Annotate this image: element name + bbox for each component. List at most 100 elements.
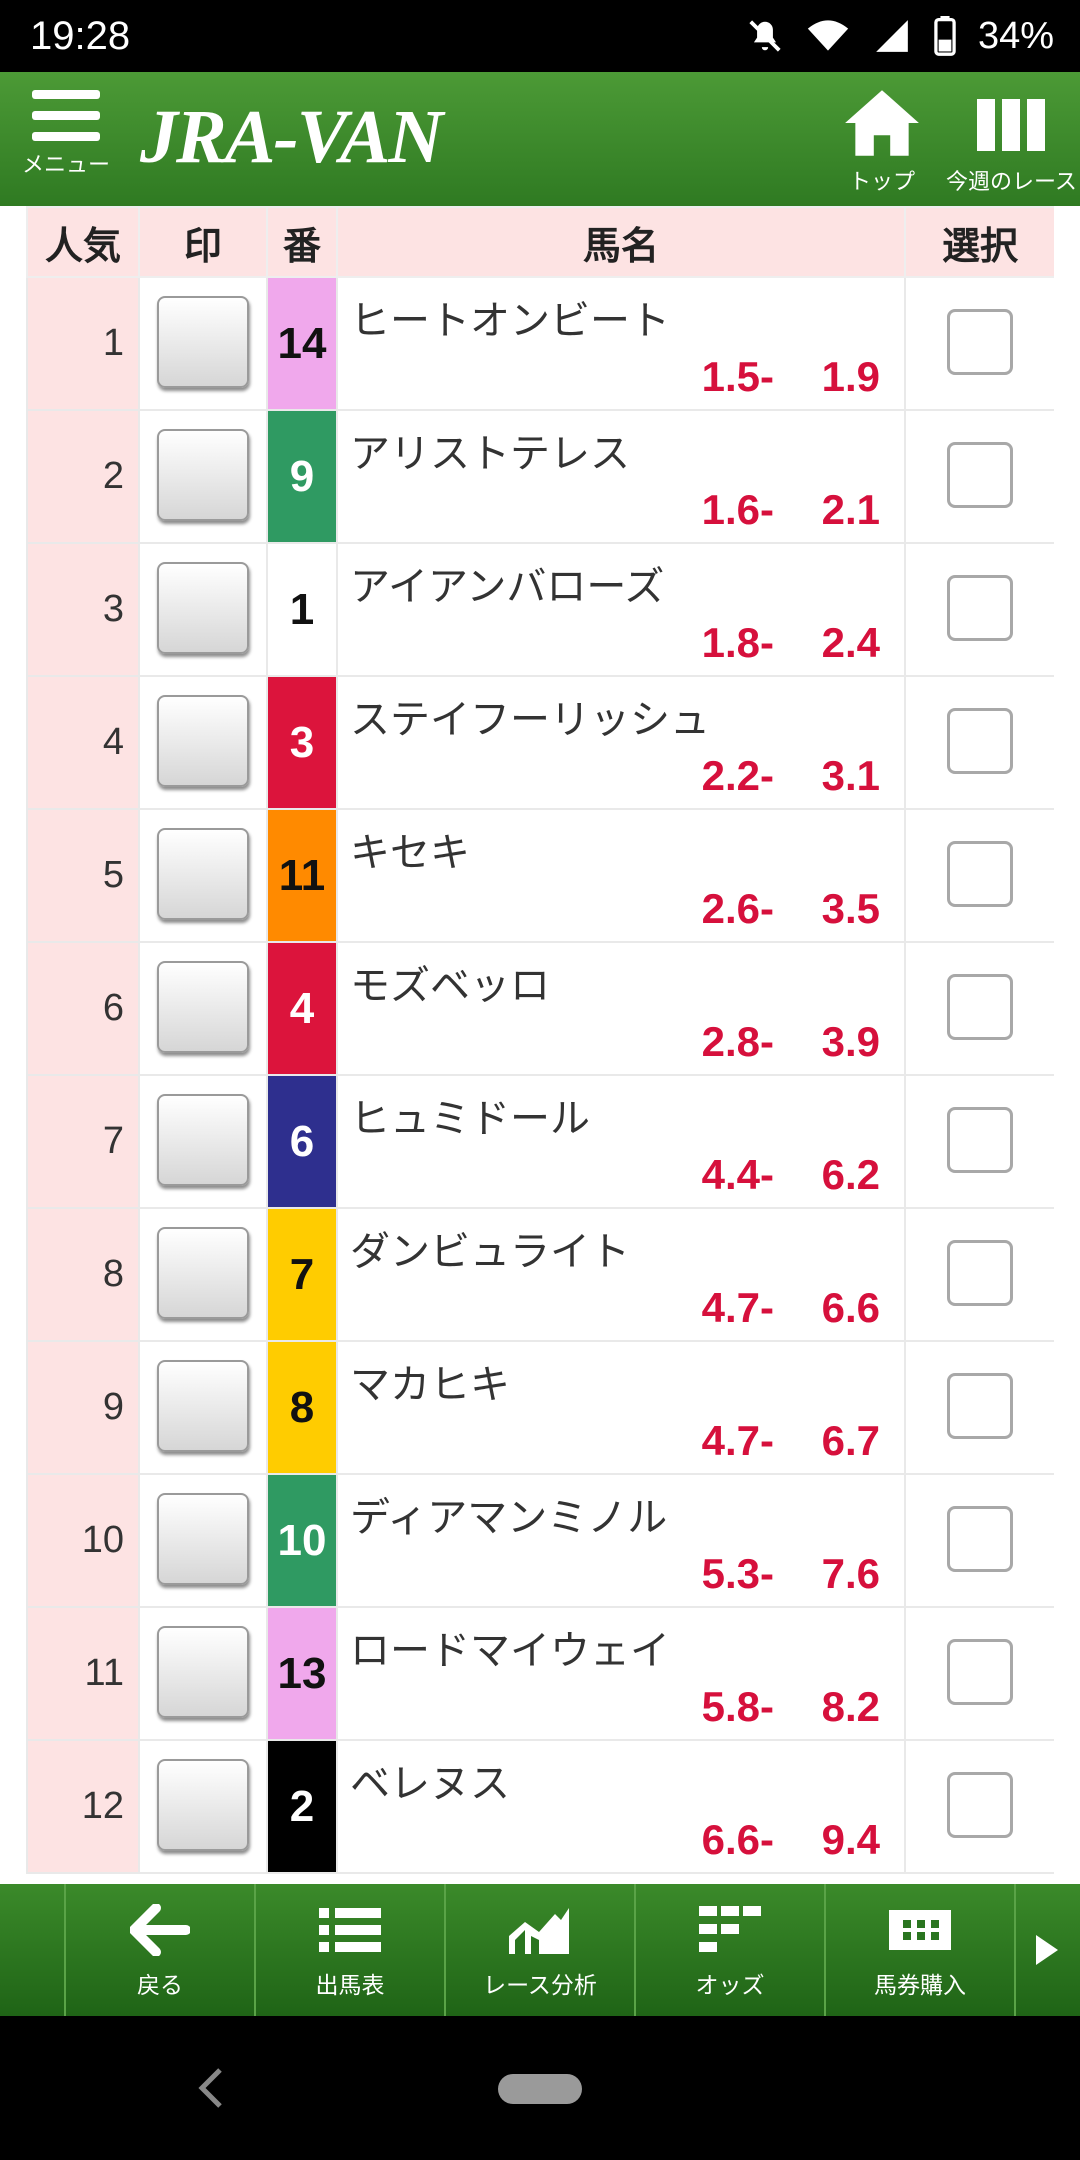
- horse-number: 8: [266, 1340, 338, 1475]
- horse-name-cell[interactable]: アリストテレス 1.6- 2.1: [336, 409, 906, 544]
- horse-number: 11: [266, 808, 338, 943]
- entries-label: 出馬表: [315, 1973, 385, 1999]
- select-checkbox[interactable]: [947, 441, 1013, 508]
- mark-button[interactable]: [157, 428, 249, 521]
- toolbar-next-button[interactable]: [1014, 1884, 1078, 2016]
- horse-number: 10: [266, 1473, 338, 1608]
- table-row: 2 9 アリストテレス 1.6- 2.1: [26, 409, 1054, 544]
- odds-separator: -: [760, 353, 774, 400]
- horse-name-cell[interactable]: ヒュミドール 4.4- 6.2: [336, 1074, 906, 1209]
- horse-name-cell[interactable]: キセキ 2.6- 3.5: [336, 808, 906, 943]
- horse-name: ロードマイウェイ: [350, 1628, 670, 1674]
- popularity-rank: 4: [26, 675, 140, 810]
- odds-low: 4.7: [701, 1284, 760, 1331]
- select-checkbox[interactable]: [947, 1771, 1013, 1838]
- mark-button[interactable]: [157, 561, 249, 654]
- horse-name-cell[interactable]: ロードマイウェイ 5.8- 8.2: [336, 1606, 906, 1741]
- col-mark: 印: [138, 206, 268, 278]
- odds-table-container[interactable]: 人気 印 番 馬名 選択 1 14 ヒートオンビート 1.5- 1.9 2 9 アリストテレス…: [26, 206, 1054, 1884]
- odds-range: 6.6- 9.4: [670, 1816, 880, 1864]
- top-button[interactable]: トップ: [832, 86, 932, 196]
- select-checkbox[interactable]: [947, 574, 1013, 641]
- mark-cell: [138, 1606, 268, 1741]
- horse-name-cell[interactable]: ステイフーリッシュ 2.2- 3.1: [336, 675, 906, 810]
- battery-icon: [934, 16, 956, 56]
- system-home-pill[interactable]: [498, 2074, 582, 2104]
- odds-button[interactable]: オッズ: [634, 1884, 824, 2016]
- this-week-races-button[interactable]: 今週のレース: [946, 86, 1077, 196]
- odds-separator: -: [760, 486, 774, 533]
- mark-button[interactable]: [157, 694, 249, 787]
- system-back-icon[interactable]: [196, 2066, 226, 2114]
- odds-range: 4.7- 6.7: [670, 1417, 880, 1465]
- horse-name-cell[interactable]: ベレヌス 6.6- 9.4: [336, 1739, 906, 1874]
- odds-high: 2.1: [821, 486, 880, 533]
- horse-name-cell[interactable]: ヒートオンビート 1.5- 1.9: [336, 276, 906, 411]
- mark-button[interactable]: [157, 1359, 249, 1452]
- table-row: 12 2 ベレヌス 6.6- 9.4: [26, 1739, 1054, 1874]
- system-navigation-bar: [0, 2016, 1080, 2160]
- popularity-rank: 8: [26, 1207, 140, 1342]
- columns-icon: [977, 99, 1045, 151]
- mark-button[interactable]: [157, 960, 249, 1053]
- back-button[interactable]: 戻る: [64, 1884, 254, 2016]
- horse-name-cell[interactable]: ダンビュライト 4.7- 6.6: [336, 1207, 906, 1342]
- horse-name-cell[interactable]: モズベッロ 2.8- 3.9: [336, 941, 906, 1076]
- table-row: 8 7 ダンビュライト 4.7- 6.6: [26, 1207, 1054, 1342]
- select-checkbox[interactable]: [947, 1372, 1013, 1439]
- odds-low: 2.2: [701, 752, 760, 799]
- mark-cell: [138, 276, 268, 411]
- popularity-rank: 9: [26, 1340, 140, 1475]
- select-cell: [904, 1207, 1054, 1342]
- horse-name: アイアンバローズ: [350, 564, 665, 610]
- horse-number: 13: [266, 1606, 338, 1741]
- popularity-rank: 3: [26, 542, 140, 677]
- horse-name-cell[interactable]: マカヒキ 4.7- 6.7: [336, 1340, 906, 1475]
- horse-name: マカヒキ: [350, 1362, 510, 1408]
- mark-button[interactable]: [157, 1492, 249, 1585]
- hamburger-icon: [20, 90, 112, 141]
- select-checkbox[interactable]: [947, 1239, 1013, 1306]
- select-checkbox[interactable]: [947, 973, 1013, 1040]
- purchase-button[interactable]: 馬券購入: [824, 1884, 1014, 2016]
- table-row: 7 6 ヒュミドール 4.4- 6.2: [26, 1074, 1054, 1209]
- select-checkbox[interactable]: [947, 308, 1013, 375]
- menu-button[interactable]: メニュー: [20, 90, 112, 200]
- select-cell: [904, 1606, 1054, 1741]
- race-analysis-label: レース分析: [483, 1973, 597, 1999]
- odds-range: 2.8- 3.9: [670, 1018, 880, 1066]
- odds-range: 1.8- 2.4: [670, 619, 880, 667]
- odds-low: 5.3: [701, 1550, 760, 1597]
- horse-name-cell[interactable]: アイアンバローズ 1.8- 2.4: [336, 542, 906, 677]
- mark-button[interactable]: [157, 1226, 249, 1319]
- select-checkbox[interactable]: [947, 707, 1013, 774]
- odds-high: 3.9: [821, 1018, 880, 1065]
- mark-button[interactable]: [157, 827, 249, 920]
- select-checkbox[interactable]: [947, 1106, 1013, 1173]
- entries-button[interactable]: 出馬表: [254, 1884, 444, 2016]
- popularity-rank: 11: [26, 1606, 140, 1741]
- mark-button[interactable]: [157, 1625, 249, 1718]
- horse-name: アリストテレス: [350, 431, 630, 477]
- mark-cell: [138, 542, 268, 677]
- mark-button[interactable]: [157, 1758, 249, 1851]
- this-week-label: 今週のレース: [946, 170, 1077, 195]
- horse-name: ステイフーリッシュ: [350, 697, 710, 743]
- chart-analysis-icon: [509, 1908, 569, 1954]
- odds-separator: -: [760, 1151, 774, 1198]
- select-checkbox[interactable]: [947, 840, 1013, 907]
- select-cell: [904, 675, 1054, 810]
- select-checkbox[interactable]: [947, 1505, 1013, 1572]
- select-checkbox[interactable]: [947, 1638, 1013, 1705]
- race-analysis-button[interactable]: レース分析: [444, 1884, 634, 2016]
- mark-button[interactable]: [157, 1093, 249, 1186]
- mark-button[interactable]: [157, 295, 249, 388]
- odds-low: 1.5: [701, 353, 760, 400]
- battery-percent: 34%: [977, 14, 1054, 57]
- odds-range: 5.8- 8.2: [670, 1683, 880, 1731]
- mark-cell: [138, 1340, 268, 1475]
- odds-high: 7.6: [821, 1550, 880, 1597]
- odds-high: 1.9: [821, 353, 880, 400]
- play-right-icon: [1036, 1935, 1058, 1965]
- horse-name-cell[interactable]: ディアマンミノル 5.3- 7.6: [336, 1473, 906, 1608]
